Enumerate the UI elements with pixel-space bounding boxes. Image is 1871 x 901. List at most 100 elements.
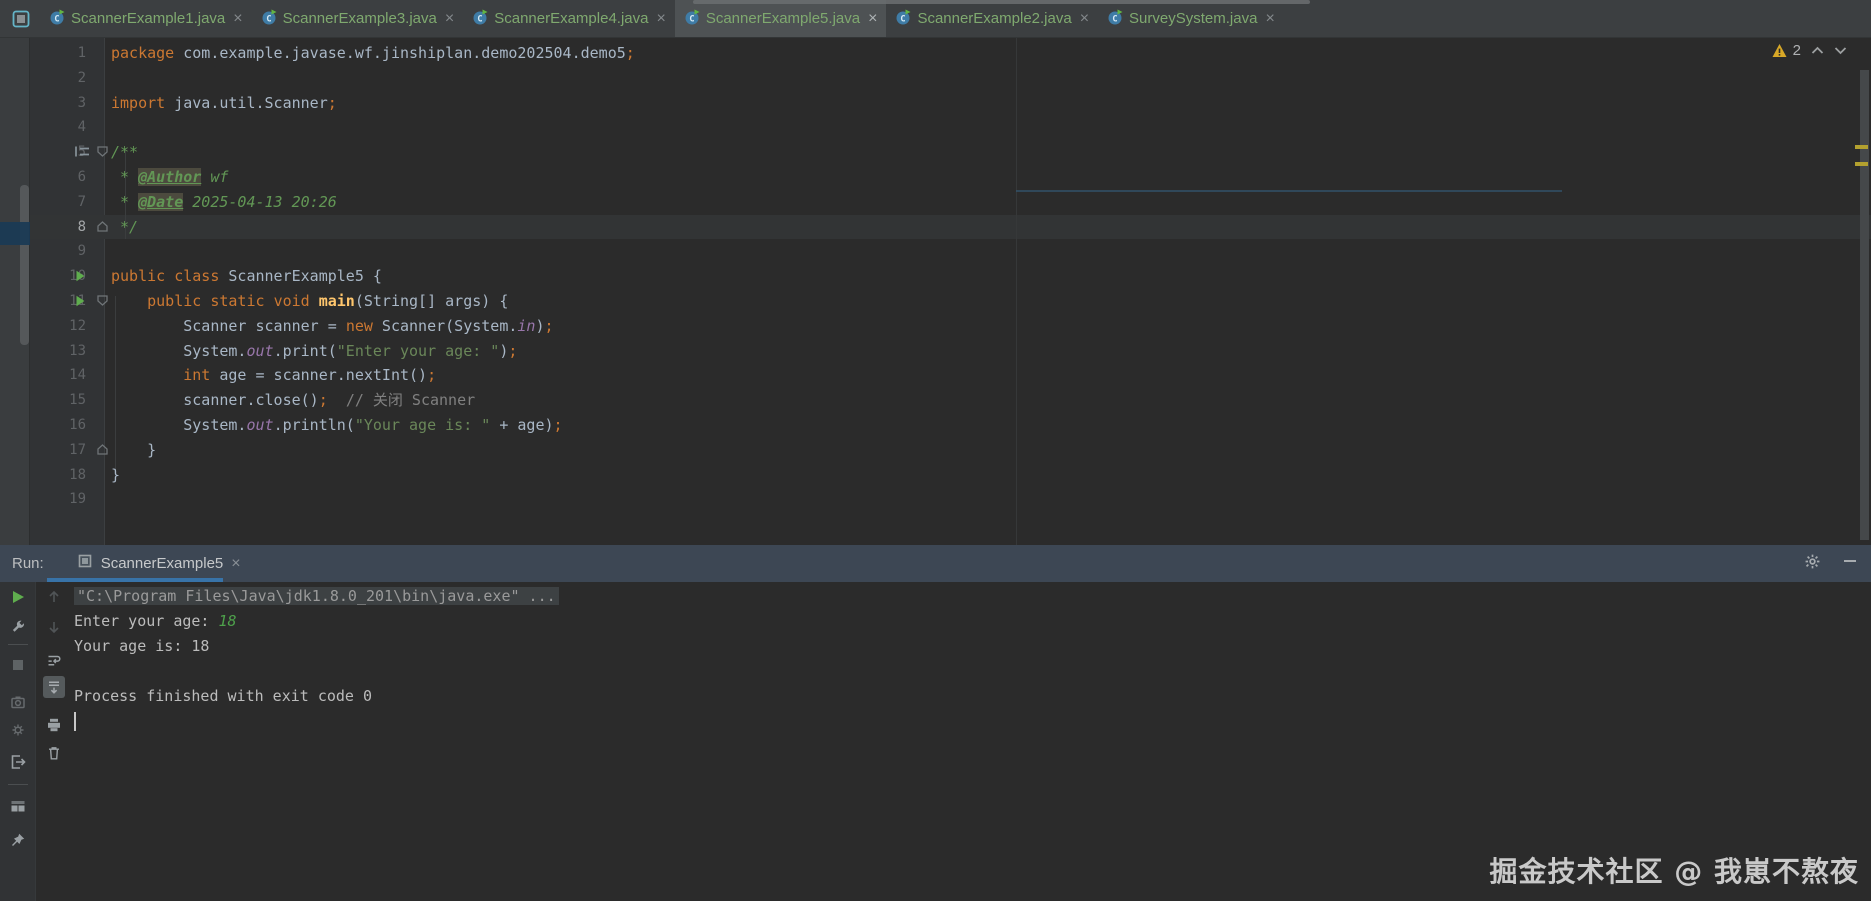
tab-label: ScannerExample4.java	[494, 10, 649, 27]
close-icon[interactable]: ×	[1265, 10, 1274, 27]
svg-text:C: C	[689, 14, 694, 24]
clear-all-button[interactable]	[43, 742, 65, 764]
editor-scrollbar-thumb[interactable]	[1860, 70, 1869, 540]
close-icon[interactable]: ×	[656, 10, 665, 27]
restore-layout-button[interactable]	[7, 794, 29, 816]
line-number: 6	[77, 169, 86, 185]
java-class-icon: C	[1107, 9, 1123, 29]
run-gutter-icon[interactable]	[73, 294, 87, 308]
fold-close-icon[interactable]	[96, 220, 109, 233]
console-toolbar	[36, 582, 66, 901]
code-line: System.out.println("Your age is: " + age…	[111, 416, 563, 434]
warning-stripe-mark[interactable]	[1855, 162, 1868, 166]
current-line-highlight	[30, 214, 1871, 240]
close-icon[interactable]: ×	[231, 555, 240, 573]
line-number: 1	[77, 45, 86, 61]
svg-text:C: C	[901, 14, 906, 24]
dump-camera-button[interactable]	[7, 691, 29, 713]
line-number: 13	[69, 342, 86, 359]
editor-tabs: C ScannerExample1.java × C ScannerExample3.j…	[40, 0, 1284, 37]
code-line: public static void main(String[] args) {	[147, 292, 509, 310]
java-class-icon: C	[261, 9, 277, 29]
editor-tab[interactable]: C SurveySystem.java ×	[1098, 0, 1284, 37]
code-line: }	[111, 465, 121, 484]
scroll-to-end-button[interactable]	[43, 676, 65, 698]
project-panel-sliver[interactable]	[0, 38, 30, 545]
tab-label: SurveySystem.java	[1129, 10, 1258, 27]
run-header-actions	[1804, 553, 1857, 575]
svg-text:C: C	[1112, 14, 1117, 24]
caret-row-line	[1016, 190, 1562, 192]
java-class-icon: C	[49, 9, 65, 29]
up-stacktrace-button[interactable]	[43, 586, 65, 608]
pin-button[interactable]	[7, 829, 29, 851]
line-number: 17	[69, 441, 86, 458]
code-line: public class ScannerExample5 {	[111, 267, 382, 286]
down-stacktrace-button[interactable]	[43, 616, 65, 638]
line-number: 16	[69, 417, 86, 433]
editor-scrollbar[interactable]	[1855, 38, 1871, 545]
gutter-comment-icon[interactable]	[74, 145, 91, 158]
run-toolwindow-header: Run: ScannerExample5 ×	[0, 545, 1871, 582]
editor-tab[interactable]: C ScannerExample1.java ×	[40, 0, 252, 37]
line-number: 18	[69, 466, 86, 483]
svg-text:C: C	[266, 14, 271, 24]
svg-text:C: C	[54, 14, 59, 24]
line-number: 19	[69, 491, 86, 508]
console-line: Enter your age: 18	[74, 612, 237, 630]
code-line: * @Date 2025-04-13 20:26	[111, 192, 337, 211]
exit-button[interactable]	[7, 751, 29, 773]
watermark: 掘金技术社区 @ 我崽不熬夜	[1489, 855, 1859, 888]
editor-tab[interactable]: C ScannerExample5.java ×	[674, 0, 887, 37]
inspection-widget[interactable]: 2	[1771, 42, 1847, 59]
minimize-icon[interactable]	[1843, 554, 1857, 573]
line-number: 9	[77, 243, 86, 260]
console-line: "C:\Program Files\Java\jdk1.8.0_201\bin\…	[74, 584, 1871, 609]
editor-window-icon[interactable]	[12, 10, 30, 28]
editor-tab[interactable]: C ScannerExample3.java ×	[252, 0, 464, 37]
close-icon[interactable]: ×	[868, 10, 877, 27]
toolbar-divider	[8, 784, 28, 785]
code-line: * @Author wf	[111, 168, 229, 186]
console-line	[74, 709, 1871, 734]
rerun-button[interactable]	[7, 586, 29, 608]
editor-tab[interactable]: C ScannerExample2.java ×	[886, 0, 1098, 37]
close-icon[interactable]: ×	[1080, 10, 1089, 27]
code-editor[interactable]: 1 package com.example.javase.wf.jinshipla…	[30, 38, 1871, 545]
right-margin-guide	[1016, 38, 1017, 545]
run-gutter-icon[interactable]	[73, 269, 87, 283]
tab-label: ScannerExample2.java	[917, 10, 1072, 27]
run-tab-underline	[47, 578, 223, 582]
console-caret	[74, 712, 76, 731]
editor-tab[interactable]: C ScannerExample4.java ×	[463, 0, 675, 37]
code-line: Scanner scanner = new Scanner(System.in)…	[111, 316, 554, 335]
close-icon[interactable]: ×	[445, 10, 454, 27]
close-icon[interactable]: ×	[233, 10, 242, 27]
fold-open-icon[interactable]	[96, 145, 109, 158]
line-number: 4	[77, 119, 86, 136]
project-scrollbar-thumb[interactable]	[20, 185, 29, 345]
tabstrip-scrollbar-thumb[interactable]	[693, 0, 1310, 4]
print-button[interactable]	[43, 714, 65, 736]
svg-text:C: C	[478, 14, 483, 24]
fold-open-icon[interactable]	[96, 294, 109, 307]
code-line: package com.example.javase.wf.jinshiplan…	[111, 44, 635, 62]
run-tab-label: ScannerExample5	[100, 555, 224, 572]
code-line: import java.util.Scanner;	[111, 93, 337, 112]
settings-gear-icon[interactable]	[1804, 553, 1821, 575]
tab-label: ScannerExample3.java	[282, 10, 437, 27]
next-warning-button[interactable]	[1834, 42, 1847, 59]
coverage-gear-button[interactable]	[7, 719, 29, 741]
fold-close-icon[interactable]	[96, 443, 109, 456]
line-number: 12	[69, 317, 86, 334]
stop-button[interactable]	[7, 654, 29, 676]
console-line: Your age is: 18	[74, 637, 210, 655]
soft-wrap-button[interactable]	[43, 649, 65, 671]
settings-wrench-button[interactable]	[7, 616, 29, 638]
tab-label: ScannerExample1.java	[71, 10, 226, 27]
code-line: }	[111, 440, 157, 459]
run-tab[interactable]: ScannerExample5 ×	[71, 545, 247, 582]
prev-warning-button[interactable]	[1811, 42, 1824, 59]
warning-stripe-mark[interactable]	[1855, 145, 1868, 149]
